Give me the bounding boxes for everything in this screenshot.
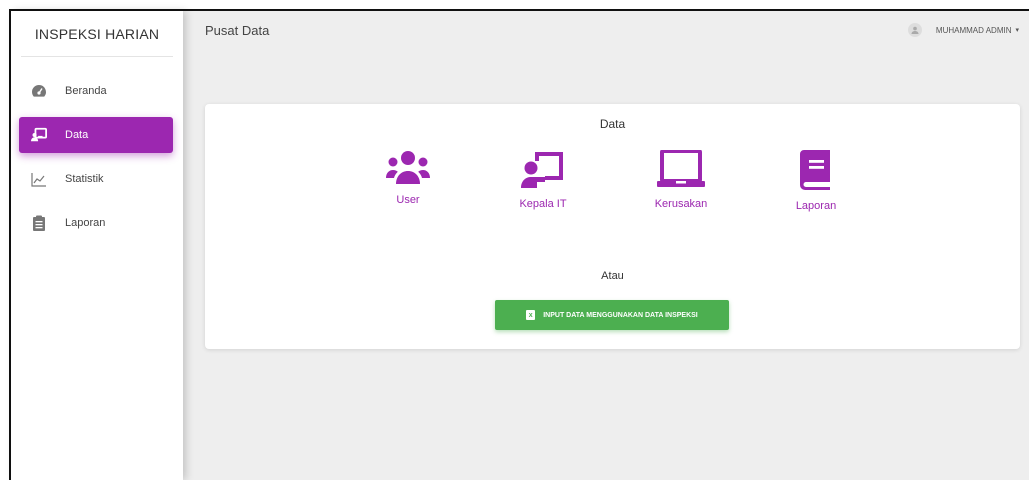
excel-file-icon: x xyxy=(526,310,536,320)
tile-label: Laporan xyxy=(795,200,837,212)
app-frame: INSPEKSI HARIAN Beranda Data Statistik L… xyxy=(9,9,1029,480)
sidebar-item-data[interactable]: Data xyxy=(19,117,173,153)
sidebar-item-label: Beranda xyxy=(65,85,107,97)
tile-label: Kerusakan xyxy=(654,198,708,210)
sidebar-item-label: Data xyxy=(65,129,89,141)
user-name: MUHAMMAD ADMIN xyxy=(935,25,1012,35)
users-icon xyxy=(386,151,430,184)
presentation-icon xyxy=(31,127,47,143)
tile-user[interactable]: User xyxy=(368,150,448,206)
clipboard-icon xyxy=(31,215,47,231)
sidebar: INSPEKSI HARIAN Beranda Data Statistik L… xyxy=(11,11,183,480)
chevron-down-icon: ▾ xyxy=(1015,27,1019,34)
sidebar-item-beranda[interactable]: Beranda xyxy=(19,73,173,109)
avatar xyxy=(907,23,922,37)
input-data-inspeksi-button[interactable]: x INPUT DATA MENGGUNAKAN DATA INSPEKSI xyxy=(495,300,729,330)
tile-kerusakan[interactable]: Kerusakan xyxy=(641,150,721,210)
trend-chart-icon xyxy=(31,171,47,187)
separator-text: Atau xyxy=(601,270,624,282)
sidebar-item-laporan[interactable]: Laporan xyxy=(19,205,173,241)
sidebar-item-label: Statistik xyxy=(65,173,104,185)
dashboard-icon xyxy=(31,83,47,99)
page-title: Pusat Data xyxy=(205,22,270,38)
chalkboard-teacher-icon xyxy=(521,152,563,188)
tile-label: User xyxy=(396,194,420,206)
tile-label: Kepala IT xyxy=(519,198,567,210)
tile-laporan[interactable]: Laporan xyxy=(776,150,856,212)
top-bar: Pusat Data MUHAMMAD ADMIN ▾ xyxy=(183,11,1029,49)
brand-title: INSPEKSI HARIAN xyxy=(21,11,173,57)
data-card: Data User Kepala IT Kerusakan Laporan At… xyxy=(205,104,1020,349)
button-label: INPUT DATA MENGGUNAKAN DATA INSPEKSI xyxy=(543,311,698,319)
sidebar-nav: Beranda Data Statistik Laporan xyxy=(11,73,183,241)
sidebar-item-statistik[interactable]: Statistik xyxy=(19,161,173,197)
user-menu[interactable]: MUHAMMAD ADMIN ▾ xyxy=(907,23,1019,37)
book-icon xyxy=(800,150,830,190)
laptop-icon xyxy=(657,150,705,187)
card-title: Data xyxy=(599,117,626,131)
sidebar-item-label: Laporan xyxy=(65,217,106,229)
tile-kepala-it[interactable]: Kepala IT xyxy=(503,150,583,210)
